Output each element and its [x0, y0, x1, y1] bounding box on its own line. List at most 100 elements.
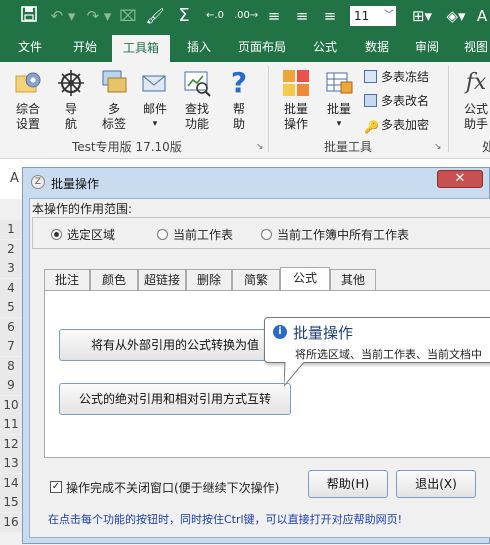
scope-radio-sheet[interactable] [157, 229, 168, 240]
row-header[interactable]: 11 [0, 415, 22, 434]
tab-delete[interactable]: 删除 [186, 269, 232, 290]
row-header[interactable]: 1 [0, 220, 22, 239]
font-size-select[interactable]: 11 ﹀ [350, 6, 396, 26]
row-header[interactable]: 6 [0, 317, 22, 337]
tab-insert[interactable]: 插入 [176, 34, 222, 62]
row-header[interactable]: 4 [0, 278, 22, 298]
multi-sheet-freeze-button[interactable]: 多表冻结 [364, 68, 429, 86]
tab-home[interactable]: 开始 [60, 34, 110, 62]
row-header[interactable]: 5 [0, 298, 22, 317]
app-icon: Z [31, 175, 45, 189]
borders-icon[interactable]: ⊞▾ [408, 6, 436, 26]
row-header[interactable]: 8 [0, 356, 22, 376]
chevron-down-icon: ▾ [152, 119, 158, 129]
key-icon: 🔑 [364, 120, 379, 134]
function-tabs: 批注 颜色 超链接 删除 简繁 公式 其他 [44, 267, 490, 291]
fill-color-icon[interactable]: ◈▾ [442, 6, 470, 26]
sum-icon[interactable]: Σ [174, 6, 194, 26]
tab-hyperlinks[interactable]: 超链接 [138, 269, 186, 290]
dialog-launcher-icon[interactable]: ↘ [434, 142, 442, 152]
undo-icon[interactable]: ↶ ▾ [48, 6, 78, 26]
scope-option-selection[interactable]: 选定区域 [67, 226, 115, 243]
scope-option-workbook[interactable]: 当前工作簿中所有工作表 [277, 226, 409, 243]
info-icon: i [273, 325, 287, 339]
ctrl-help-hint: 在点击每个功能的按钮时，同时按住Ctrl键，可以直接打开对应帮助网页! [48, 513, 402, 526]
table-icon [324, 68, 354, 98]
find-function-button[interactable]: 查找 功能 [178, 68, 216, 132]
mail-button[interactable]: 邮件 ▾ [138, 68, 172, 132]
rename-icon [364, 94, 377, 107]
font-color-icon[interactable]: A [474, 6, 490, 26]
align-right-icon[interactable]: ≡ [320, 6, 340, 26]
multi-sheet-rename-button[interactable]: 多表改名 [364, 92, 429, 110]
name-box[interactable]: A [10, 171, 19, 186]
convert-external-formulas-button[interactable]: 将有从外部引用的公式转换为值 [59, 329, 291, 361]
formula-helper-button[interactable]: fx 公式 助手 [456, 68, 490, 132]
clear-format-icon[interactable]: ⌧ [118, 6, 138, 26]
align-center-icon[interactable]: ≡ [292, 6, 312, 26]
help-ribbon-button[interactable]: ? 帮 助 [222, 68, 256, 132]
row-header[interactable]: 12 [0, 434, 22, 454]
tab-file[interactable]: 文件 [8, 34, 52, 62]
decrease-decimal-icon[interactable]: .00→ [234, 6, 258, 26]
tooltip-pointer [284, 362, 305, 387]
tab-page-layout[interactable]: 页面布局 [230, 34, 294, 62]
group-label-test: Test专用版 17.10版 [72, 140, 182, 154]
save-icon[interactable] [18, 6, 40, 26]
tab-data[interactable]: 数据 [354, 34, 400, 62]
keep-open-label[interactable]: 操作完成不关闭窗口(便于继续下次操作) [66, 479, 279, 496]
tooltip-balloon: i 批量操作 将所选区域、当前工作表、当前文档中 [264, 317, 490, 363]
tab-colors[interactable]: 颜色 [90, 269, 138, 290]
help-button[interactable]: 帮助(H) [308, 470, 388, 498]
tab-toolbox[interactable]: 工具箱 [112, 35, 170, 63]
scope-label: 本操作的作用范围: [32, 202, 133, 216]
tab-comments[interactable]: 批注 [44, 269, 90, 290]
exit-button[interactable]: 退出(X) [396, 470, 476, 498]
row-header[interactable]: 13 [0, 454, 22, 473]
row-header[interactable]: 9 [0, 376, 22, 395]
tab-formulas[interactable]: 公式 [302, 34, 348, 62]
multi-sheet-encrypt-button[interactable]: 🔑 多表加密 [364, 116, 429, 134]
group-separator [448, 66, 449, 152]
close-button[interactable]: ✕ [437, 170, 483, 188]
format-painter-icon[interactable]: 🖌 [145, 6, 165, 26]
toggle-reference-mode-button[interactable]: 公式的绝对引用和相对引用方式互转 [59, 383, 291, 415]
batch-button[interactable]: 批量 ▾ [320, 68, 358, 132]
tab-simplified-traditional[interactable]: 简繁 [232, 269, 280, 290]
tooltip-text: 将所选区域、当前工作表、当前文档中 [295, 348, 482, 361]
tab-formulas[interactable]: 公式 [280, 267, 330, 290]
align-left-icon[interactable]: ≡ [264, 6, 284, 26]
row-header[interactable]: 2 [0, 239, 22, 259]
navigate-button[interactable]: 导 航 [54, 68, 88, 132]
keep-open-checkbox[interactable]: ✓ [50, 481, 62, 493]
increase-decimal-icon[interactable]: ←.0 [204, 6, 226, 26]
help-ribbon-label: 帮 助 [232, 102, 245, 131]
row-header[interactable]: 7 [0, 337, 22, 356]
chevron-down-icon: ▾ [336, 119, 342, 129]
row-header[interactable]: 16 [0, 512, 22, 532]
mail-label: 邮件 [142, 102, 167, 116]
settings-button[interactable]: 综合 设置 [8, 68, 48, 132]
tab-others[interactable]: 其他 [330, 269, 376, 290]
scope-option-sheet[interactable]: 当前工作表 [173, 226, 233, 243]
group-label-batch: 批量工具 [324, 140, 373, 154]
chevron-down-icon: ﹀ [384, 10, 394, 21]
gear-icon [13, 68, 43, 98]
quick-access-toolbar: ↶ ▾ ↷ ▾ ⌧ 🖌 Σ ←.0 .00→ ≡ ≡ ≡ 11 ﹀ ⊞▾ ◈▾ … [0, 0, 490, 34]
redo-icon[interactable]: ↷ ▾ [84, 6, 114, 26]
find-function-label: 查找 功能 [184, 102, 209, 131]
row-header[interactable]: 10 [0, 395, 22, 415]
batch-operation-label: 批量 操作 [283, 102, 308, 131]
row-header[interactable]: 14 [0, 473, 22, 493]
batch-operation-button[interactable]: 批量 操作 [276, 68, 316, 132]
dialog-title: 批量操作 [51, 177, 100, 191]
row-header[interactable]: 3 [0, 259, 22, 278]
tab-review[interactable]: 审阅 [406, 34, 448, 62]
multi-tab-button[interactable]: 多 标签 [94, 68, 134, 132]
row-header[interactable]: 15 [0, 493, 22, 512]
multi-sheet-rename-label: 多表改名 [381, 94, 430, 108]
tab-view[interactable]: 视图 [456, 34, 490, 62]
scope-radio-selection[interactable] [51, 229, 62, 240]
dialog-launcher-icon[interactable]: ↘ [256, 142, 264, 152]
scope-radio-workbook[interactable] [261, 229, 272, 240]
